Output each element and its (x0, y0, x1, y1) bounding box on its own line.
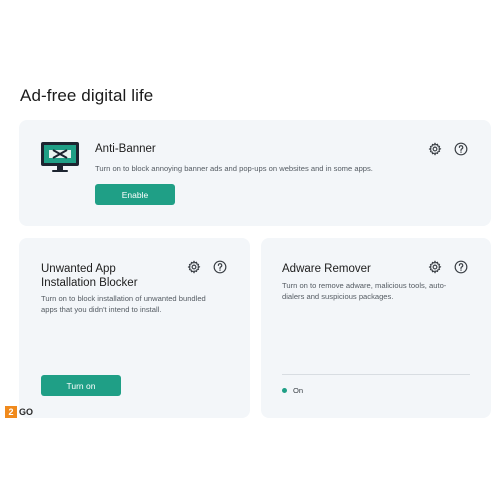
status-dot-icon (282, 388, 287, 393)
unwanted-app-help-button[interactable] (213, 260, 227, 274)
enable-button[interactable]: Enable (95, 184, 175, 205)
adware-remover-settings-button[interactable] (428, 260, 442, 274)
anti-banner-help-button[interactable] (454, 142, 468, 156)
unwanted-app-description-line2: apps that you didn't intend to install. (41, 305, 162, 314)
anti-banner-settings-button[interactable] (428, 142, 442, 156)
gear-icon (428, 260, 442, 274)
unwanted-app-title: Unwanted App Installation Blocker (41, 262, 138, 290)
help-icon (454, 142, 468, 156)
unwanted-app-description: Turn on to block installation of unwante… (41, 293, 241, 315)
help-icon (454, 260, 468, 274)
section-title: Ad-free digital life (20, 86, 154, 105)
gear-icon (428, 142, 442, 156)
adware-remover-title: Adware Remover (282, 263, 371, 275)
gear-icon (187, 260, 201, 274)
adware-remover-description-line1: Turn on to remove adware, malicious tool… (282, 281, 447, 290)
unwanted-app-title-line2: Installation Blocker (41, 277, 138, 289)
anti-banner-description: Turn on to block annoying banner ads and… (95, 164, 373, 173)
logo-text: GO (19, 407, 34, 417)
logo-badge: 2 (5, 406, 17, 418)
adware-status-text: On (293, 386, 304, 395)
turn-on-button[interactable]: Turn on (41, 375, 121, 396)
watermark-logo: 2 GO (5, 406, 33, 418)
unwanted-app-title-line1: Unwanted App (41, 263, 116, 275)
adware-remover-description-line2: dialers and suspicious packages. (282, 292, 394, 301)
adware-remover-description: Turn on to remove adware, malicious tool… (282, 280, 477, 302)
help-icon (213, 260, 227, 274)
adware-remover-help-button[interactable] (454, 260, 468, 274)
monitor-icon (41, 142, 79, 172)
adware-status-divider (282, 374, 470, 375)
unwanted-app-settings-button[interactable] (187, 260, 201, 274)
unwanted-app-description-line1: Turn on to block installation of unwante… (41, 294, 206, 303)
anti-banner-title: Anti-Banner (95, 143, 156, 155)
